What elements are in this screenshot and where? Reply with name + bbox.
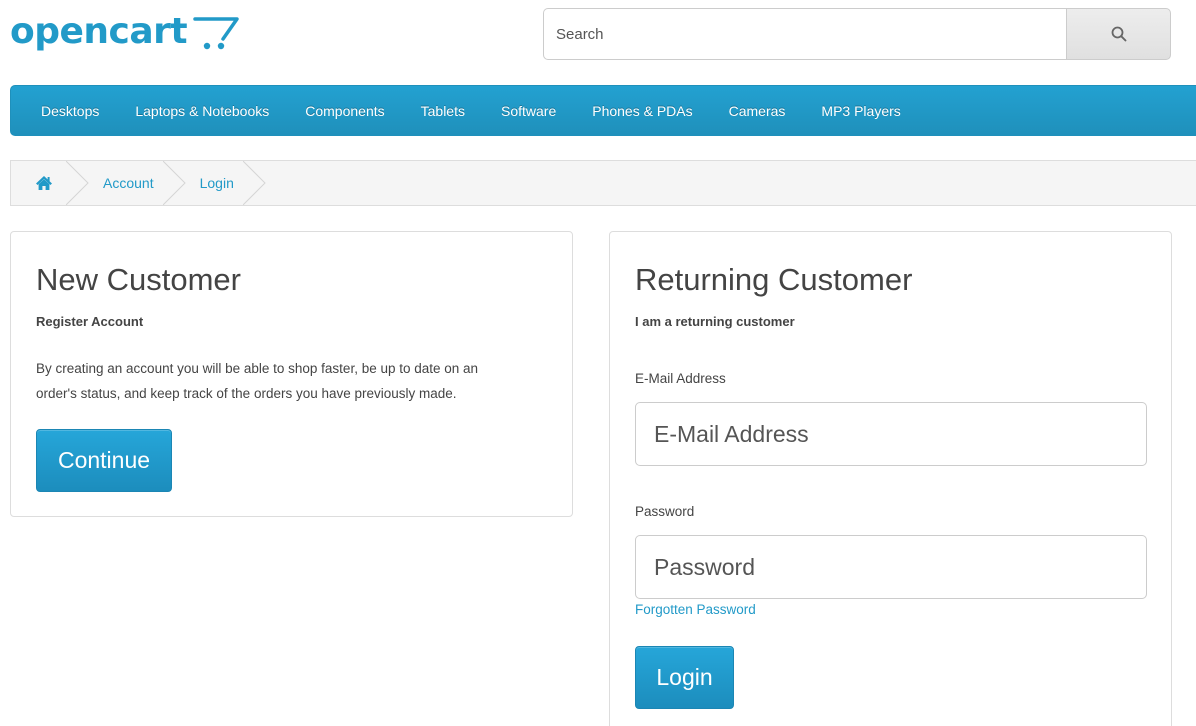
search-bar <box>543 8 1171 60</box>
breadcrumb: Account Login <box>10 160 1196 206</box>
new-customer-panel: New Customer Register Account By creatin… <box>10 231 573 517</box>
returning-customer-subtitle: I am a returning customer <box>635 314 795 329</box>
menu-item-desktops[interactable]: Desktops <box>41 103 99 119</box>
page: opencart Desktops Laptops & Notebooks Co… <box>0 0 1196 726</box>
logo[interactable]: opencart <box>10 8 241 56</box>
menu-item-tablets[interactable]: Tablets <box>421 103 465 119</box>
menu-item-cameras[interactable]: Cameras <box>729 103 786 119</box>
breadcrumb-account-label: Account <box>103 175 154 191</box>
logo-text: opencart <box>10 11 188 52</box>
register-account-subtitle: Register Account <box>36 314 144 329</box>
menu-item-phones-pdas[interactable]: Phones & PDAs <box>592 103 692 119</box>
breadcrumb-home[interactable] <box>11 161 89 205</box>
forgotten-password-link[interactable]: Forgotten Password <box>635 602 756 617</box>
menu-item-components[interactable]: Components <box>305 103 384 119</box>
returning-customer-title: Returning Customer <box>635 262 913 297</box>
home-icon <box>36 176 52 190</box>
email-field[interactable] <box>635 402 1147 466</box>
search-button[interactable] <box>1066 8 1171 60</box>
cart-icon <box>193 17 239 50</box>
new-customer-description-line1: By creating an account you will be able … <box>36 361 479 376</box>
password-field[interactable] <box>635 535 1147 599</box>
main-menu: Desktops Laptops & Notebooks Components … <box>10 85 1196 136</box>
continue-button[interactable]: Continue <box>36 429 172 492</box>
breadcrumb-login[interactable]: Login <box>176 161 266 205</box>
menu-item-laptops-notebooks[interactable]: Laptops & Notebooks <box>135 103 269 119</box>
login-button[interactable]: Login <box>635 646 734 709</box>
email-label: E-Mail Address <box>635 371 726 386</box>
returning-customer-panel: Returning Customer I am a returning cust… <box>609 231 1172 726</box>
search-input[interactable] <box>543 8 1066 60</box>
menu-item-software[interactable]: Software <box>501 103 556 119</box>
breadcrumb-separator <box>242 161 266 205</box>
new-customer-description-line2: order's status, and keep track of the or… <box>36 386 457 401</box>
breadcrumb-separator <box>66 161 89 205</box>
new-customer-description: By creating an account you will be able … <box>36 356 556 406</box>
breadcrumb-separator <box>162 161 186 205</box>
breadcrumb-account[interactable]: Account <box>79 161 186 205</box>
password-label: Password <box>635 504 695 519</box>
breadcrumb-login-label: Login <box>199 175 234 191</box>
search-icon <box>1111 26 1126 42</box>
menu-item-mp3-players[interactable]: MP3 Players <box>821 103 900 119</box>
new-customer-title: New Customer <box>36 262 241 297</box>
